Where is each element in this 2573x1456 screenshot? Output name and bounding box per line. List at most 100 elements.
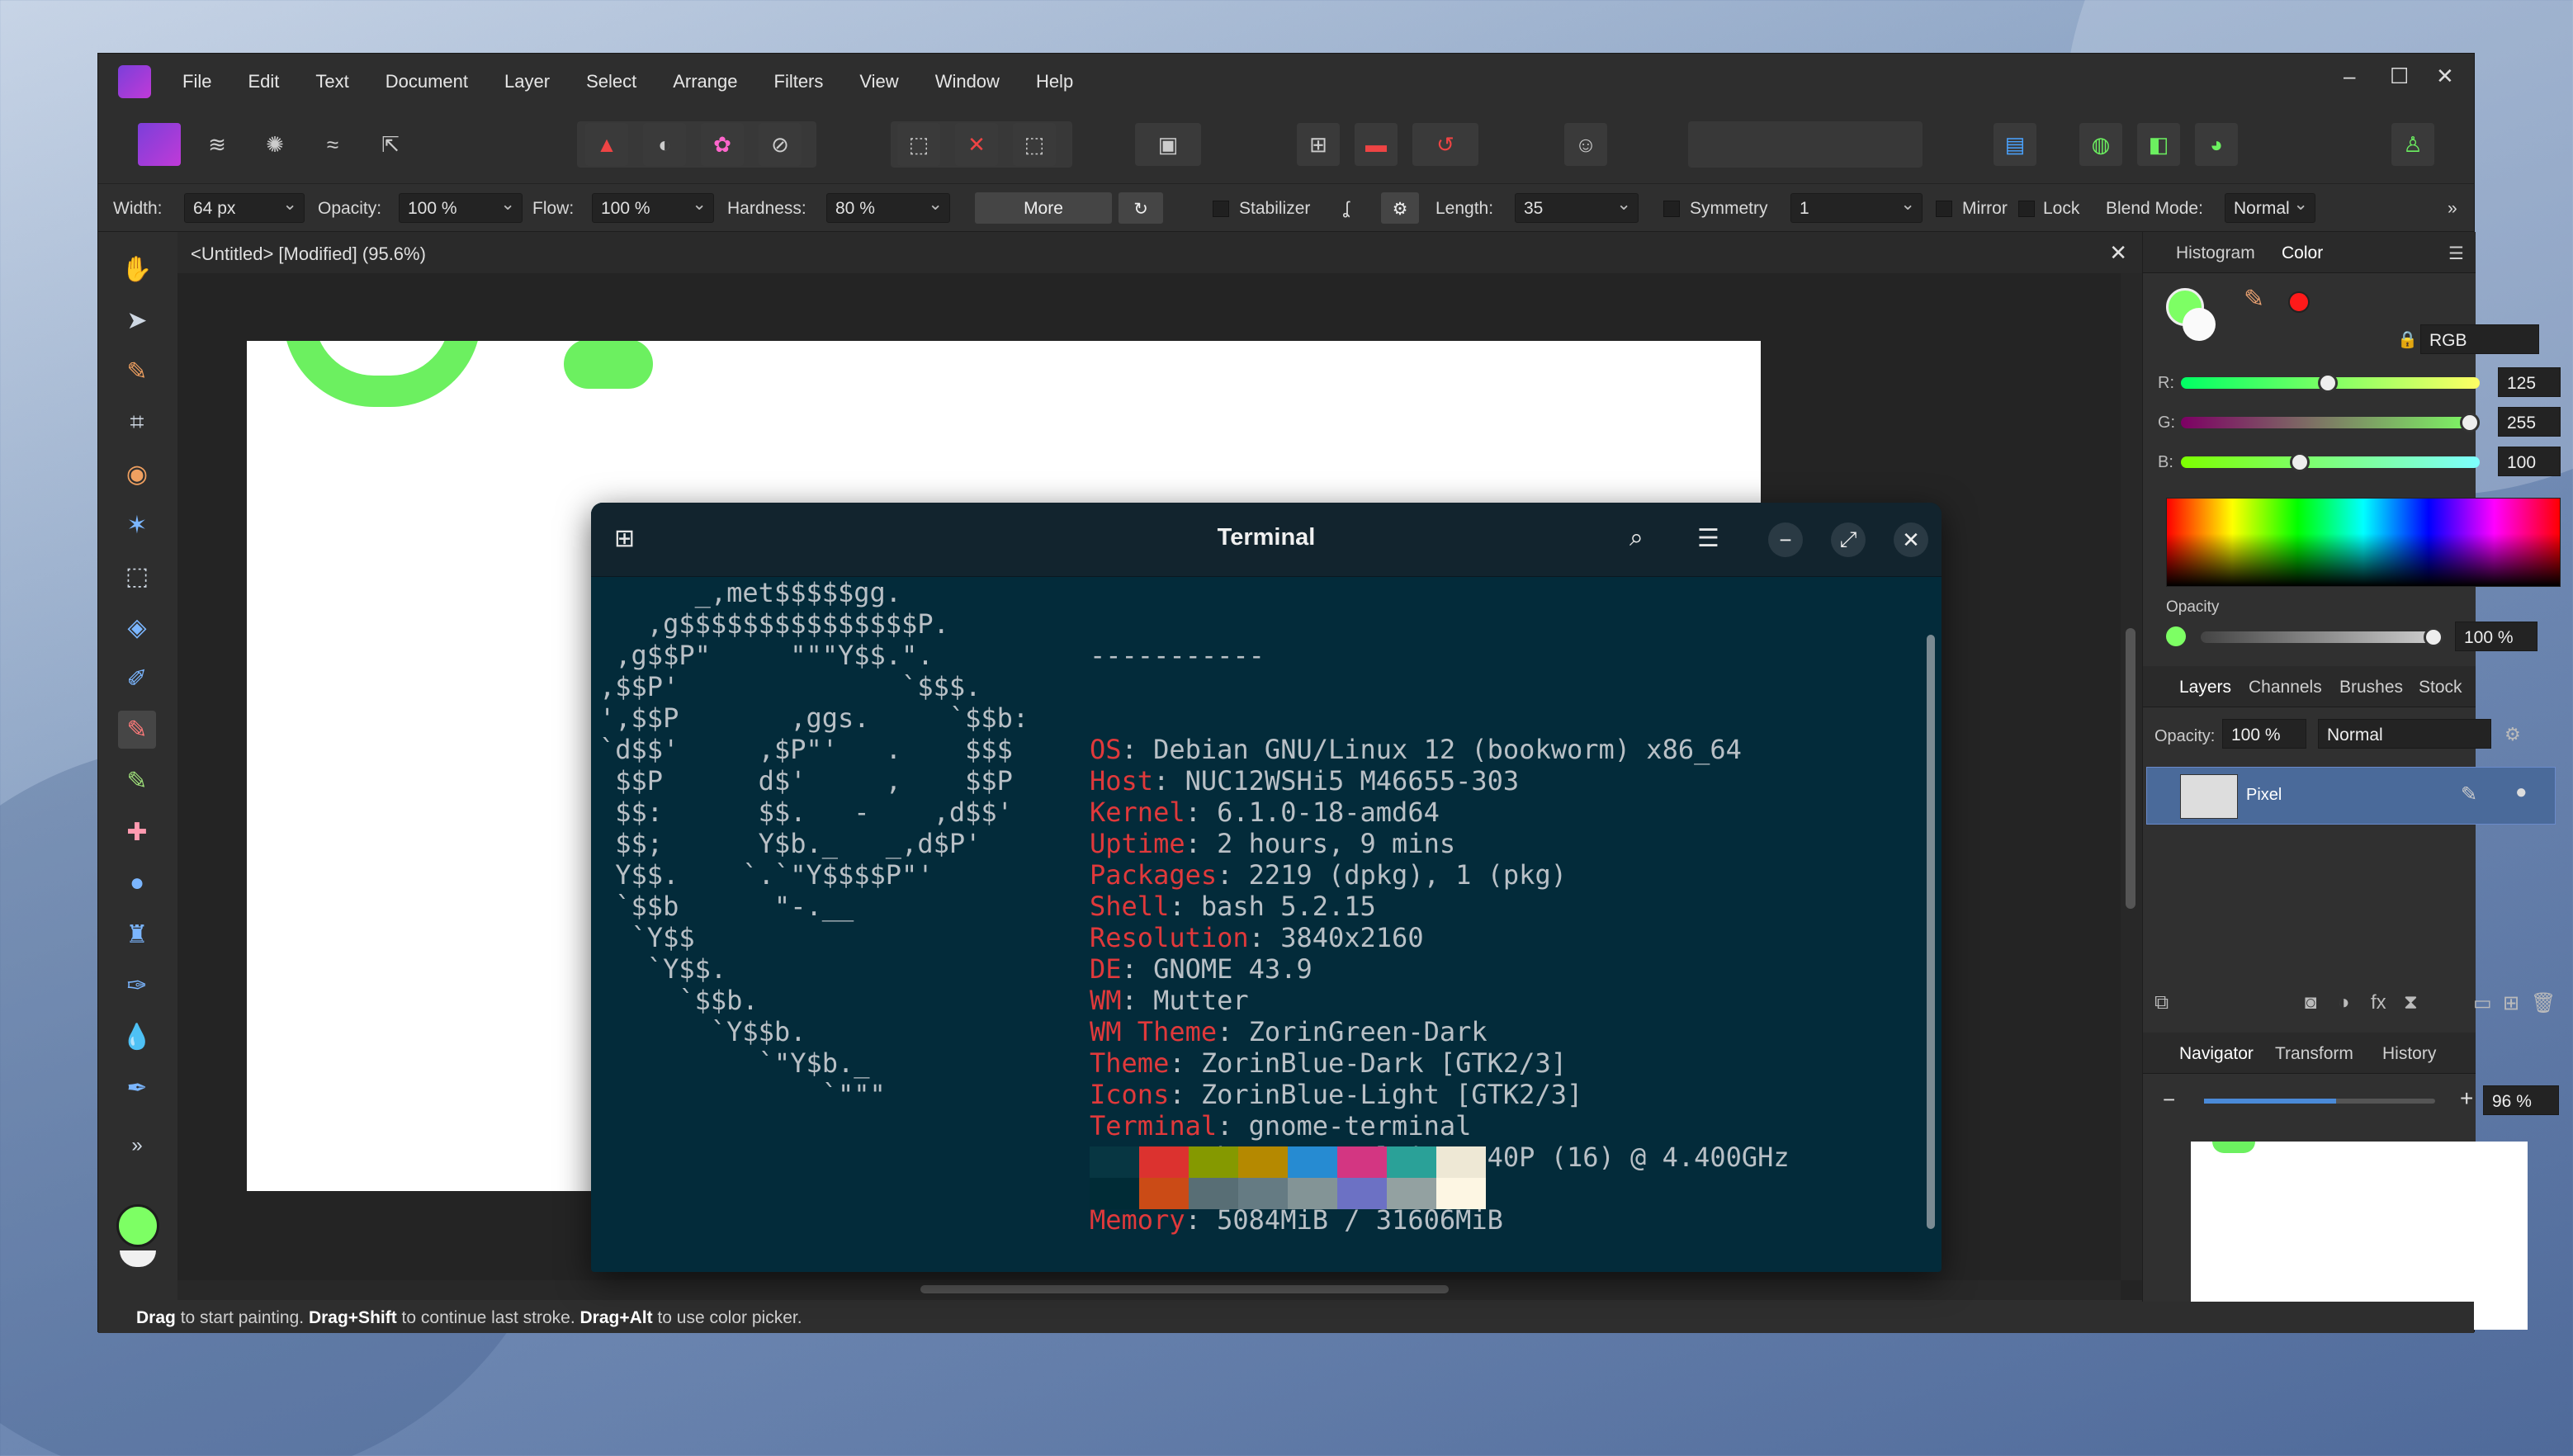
snapping-icon[interactable]: ↺ bbox=[1412, 123, 1478, 166]
menu-select[interactable]: Select bbox=[586, 71, 636, 92]
b-slider[interactable] bbox=[2181, 452, 2480, 472]
terminal-close-button[interactable]: ✕ bbox=[1894, 522, 1928, 557]
menu-window[interactable]: Window bbox=[935, 71, 1000, 92]
dodge-brush-icon[interactable]: ● bbox=[118, 864, 156, 902]
account-icon[interactable]: ♙ bbox=[2391, 123, 2434, 166]
minimize-button[interactable]: – bbox=[2344, 64, 2355, 89]
color-secondary-well[interactable] bbox=[2183, 308, 2216, 341]
picked-color-swatch[interactable] bbox=[2288, 291, 2310, 313]
menu-filters[interactable]: Filters bbox=[774, 71, 824, 92]
clone-brush-icon[interactable]: ✎ bbox=[118, 762, 156, 800]
layer-settings-icon[interactable]: ⚙ bbox=[2504, 724, 2521, 745]
hardness-field[interactable]: 80 % bbox=[826, 193, 950, 223]
menu-arrange[interactable]: Arrange bbox=[673, 71, 737, 92]
flow-field[interactable]: 100 % bbox=[592, 193, 714, 223]
live-filter-icon[interactable]: ⧗ bbox=[2404, 991, 2418, 1014]
width-field[interactable]: 64 px bbox=[184, 193, 305, 223]
align-left-icon[interactable]: ▤ bbox=[1994, 123, 2036, 166]
fx-icon[interactable]: fx bbox=[2371, 991, 2386, 1014]
mode-icon[interactable]: ▬ bbox=[1355, 123, 1398, 166]
symmetry-checkbox[interactable] bbox=[1663, 201, 1680, 217]
b-value[interactable]: 100 bbox=[2498, 447, 2561, 476]
tab-stock[interactable]: Stock bbox=[2419, 678, 2462, 697]
photo-persona-icon[interactable] bbox=[138, 123, 181, 166]
lock-checkbox[interactable] bbox=[2018, 201, 2035, 217]
blur-brush-icon[interactable]: 💧 bbox=[118, 1018, 156, 1056]
close-button[interactable]: ✕ bbox=[2436, 64, 2454, 89]
tab-histogram[interactable]: Histogram bbox=[2176, 243, 2255, 263]
flood-select-icon[interactable]: ✶ bbox=[118, 506, 156, 544]
layer-arrange-icon[interactable]: ⧉ bbox=[2154, 991, 2169, 1014]
develop-persona-icon[interactable]: ✺ bbox=[253, 123, 296, 166]
tab-channels[interactable]: Channels bbox=[2249, 678, 2322, 697]
levels-icon[interactable]: ▲ bbox=[585, 123, 628, 166]
color-mode-select[interactable]: RGB bbox=[2420, 324, 2539, 354]
selection-brush-icon[interactable]: ◉ bbox=[118, 455, 156, 493]
color-opacity-value[interactable]: 100 % bbox=[2455, 622, 2538, 651]
boolean-intersect-icon[interactable]: ◕ bbox=[2195, 123, 2238, 166]
close-document-icon[interactable]: ✕ bbox=[2109, 240, 2127, 266]
erase-brush-icon[interactable]: ✐ bbox=[118, 659, 156, 697]
tab-navigator[interactable]: Navigator bbox=[2179, 1044, 2254, 1064]
lock-icon[interactable]: 🔒 bbox=[2397, 329, 2418, 350]
overflow-icon[interactable]: » bbox=[2448, 199, 2457, 219]
color-opacity-knob[interactable] bbox=[2424, 627, 2443, 647]
healing-brush-icon[interactable]: ✚ bbox=[118, 813, 156, 851]
pressure-icon[interactable]: ↻ bbox=[1119, 192, 1163, 224]
stabilizer-checkbox[interactable] bbox=[1213, 201, 1229, 217]
menu-edit[interactable]: Edit bbox=[248, 71, 279, 92]
hand-tool-icon[interactable]: ✋ bbox=[118, 250, 156, 288]
menu-help[interactable]: Help bbox=[1036, 71, 1073, 92]
layer-blend-field[interactable]: Normal bbox=[2318, 719, 2491, 749]
hamburger-menu-icon[interactable]: ☰ bbox=[1697, 524, 1719, 553]
move-tool-icon[interactable]: ➤ bbox=[118, 301, 156, 339]
horizontal-scrollbar[interactable] bbox=[177, 1280, 2121, 1300]
white-balance-icon[interactable]: ⊘ bbox=[759, 123, 802, 166]
tab-color[interactable]: Color bbox=[2282, 243, 2323, 263]
r-value[interactable]: 125 bbox=[2498, 367, 2561, 397]
more-tools-icon[interactable]: » bbox=[118, 1127, 156, 1165]
menu-layer[interactable]: Layer bbox=[504, 71, 550, 92]
deselect-icon[interactable]: ✕ bbox=[955, 123, 998, 166]
color-opacity-slider[interactable] bbox=[2201, 627, 2443, 647]
tone-mapping-persona-icon[interactable]: ≈ bbox=[311, 123, 354, 166]
terminal-window[interactable]: ⊞ Terminal ⌕ ☰ − ⤢ ✕ _,met$$$$$gg. ,g$$$… bbox=[591, 503, 1942, 1272]
terminal-scrollbar[interactable] bbox=[1927, 635, 1935, 1229]
marquee-tool-icon[interactable]: ⬚ bbox=[118, 557, 156, 595]
document-tab[interactable]: <Untitled> [Modified] (95.6%) ✕ bbox=[177, 232, 2142, 273]
align-icon[interactable]: ⊞ bbox=[1297, 123, 1340, 166]
add-layer-icon[interactable]: ⊞ bbox=[2503, 991, 2519, 1015]
tab-layers[interactable]: Layers bbox=[2179, 678, 2231, 697]
mask-layer-icon[interactable]: ◙ bbox=[2305, 991, 2317, 1014]
maximize-button[interactable]: ☐ bbox=[2390, 64, 2409, 89]
eyedropper-icon[interactable]: ✎ bbox=[2244, 285, 2264, 314]
sponge-brush-icon[interactable]: ✒ bbox=[118, 1069, 156, 1107]
paint-brush-icon[interactable]: ✎ bbox=[118, 711, 156, 749]
clone-stamp-icon[interactable]: ♜ bbox=[118, 915, 156, 953]
search-icon[interactable]: ⌕ bbox=[1629, 524, 1644, 552]
assistant-icon[interactable]: ☺ bbox=[1564, 123, 1607, 166]
layer-row[interactable]: Pixel ✎ ● bbox=[2146, 767, 2556, 825]
delete-layer-icon[interactable]: 🗑 bbox=[2531, 991, 2556, 1015]
zoom-slider[interactable] bbox=[2204, 1099, 2435, 1104]
liquify-persona-icon[interactable]: ≋ bbox=[196, 123, 239, 166]
tab-transform[interactable]: Transform bbox=[2275, 1044, 2353, 1064]
mirror-checkbox[interactable] bbox=[1936, 201, 1952, 217]
zoom-out-icon[interactable]: − bbox=[2163, 1087, 2175, 1113]
invert-selection-icon[interactable]: ⬚ bbox=[1013, 123, 1056, 166]
tab-history[interactable]: History bbox=[2382, 1044, 2436, 1064]
panel-menu-icon[interactable]: ☰ bbox=[2448, 243, 2464, 264]
adjustment-layer-icon[interactable]: ◑ bbox=[2338, 991, 2350, 1014]
opacity-field[interactable]: 100 % bbox=[399, 193, 523, 223]
vertical-scrollbar[interactable] bbox=[2121, 273, 2142, 1280]
menu-view[interactable]: View bbox=[859, 71, 898, 92]
export-persona-icon[interactable]: ⇱ bbox=[369, 123, 412, 166]
primary-color-swatch[interactable] bbox=[116, 1204, 159, 1247]
horizontal-scroll-thumb[interactable] bbox=[920, 1285, 1449, 1293]
secondary-color-swatch[interactable] bbox=[120, 1250, 156, 1267]
menu-text[interactable]: Text bbox=[315, 71, 348, 92]
length-field[interactable]: 35 bbox=[1515, 193, 1639, 223]
color-picker-icon[interactable]: ✎ bbox=[118, 352, 156, 390]
blend-mode-field[interactable]: Normal bbox=[2225, 193, 2315, 223]
menu-document[interactable]: Document bbox=[385, 71, 468, 92]
